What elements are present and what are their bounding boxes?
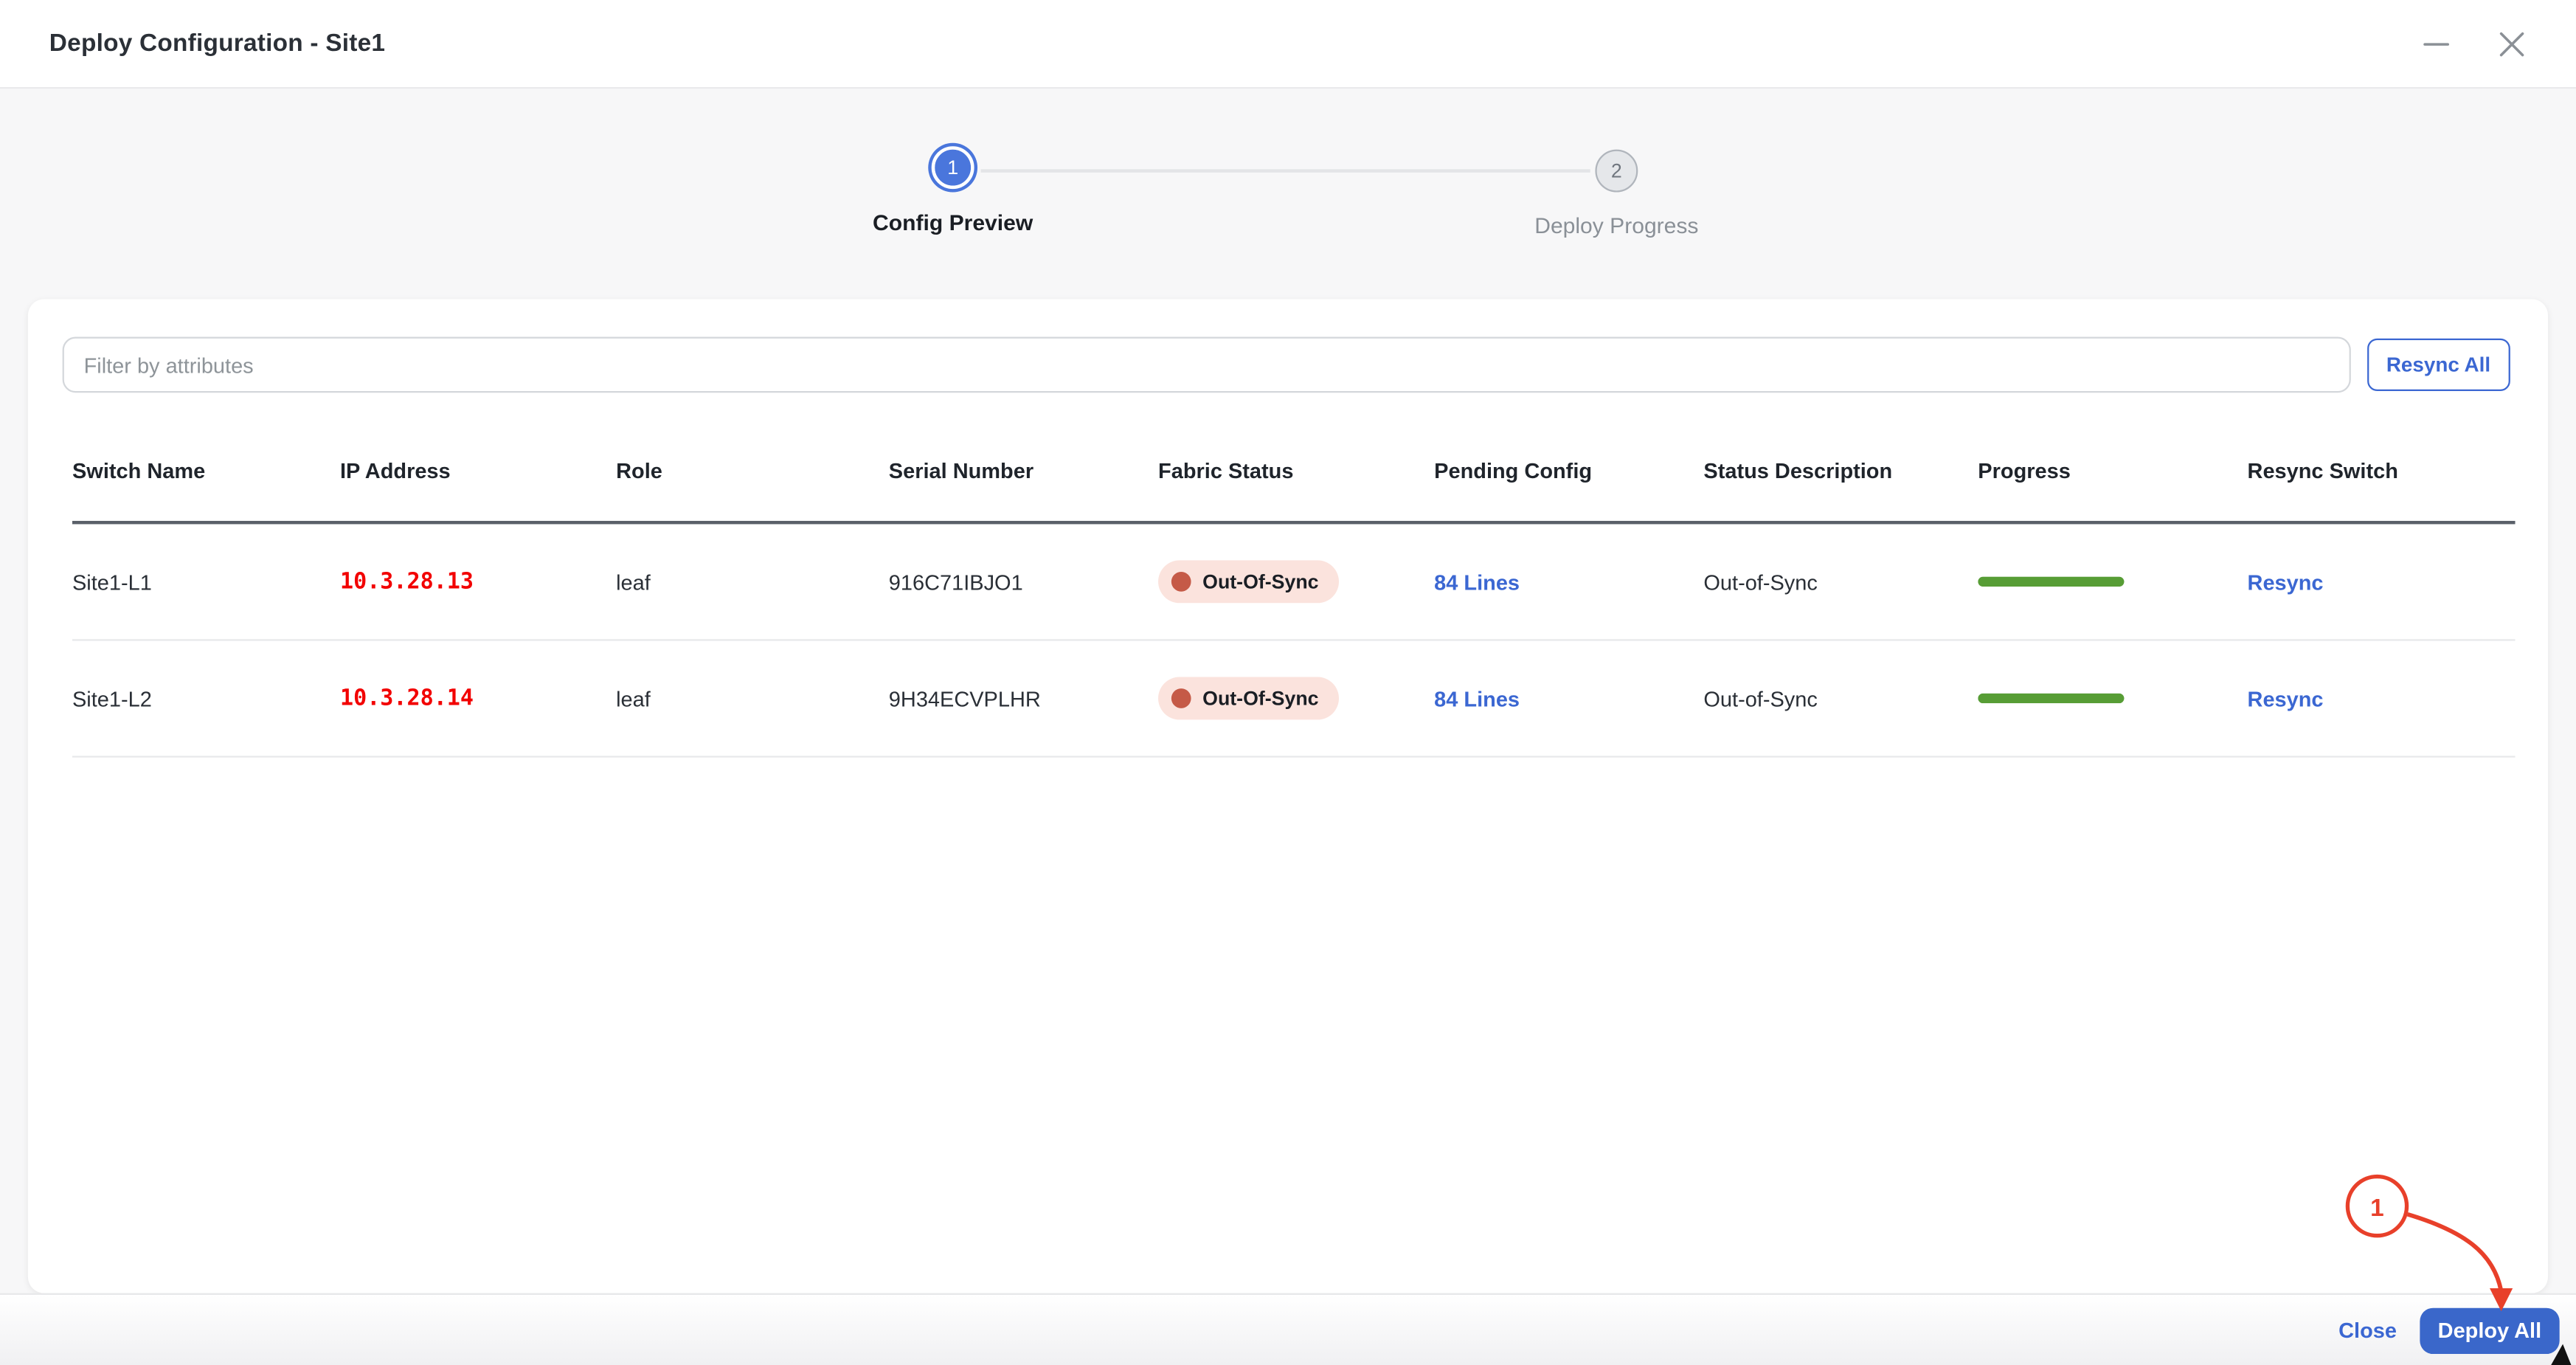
cell-resync-switch: Resync [2248, 570, 2516, 594]
table-toolbar: Resync All [28, 299, 2548, 393]
window-controls [2418, 0, 2530, 87]
step-2-circle: 2 [1595, 149, 1638, 193]
config-preview-card: Resync All Switch Name IP Address Role S… [27, 299, 2549, 1293]
column-header-fabric-status: Fabric Status [1158, 457, 1294, 483]
column-header-pending-config: Pending Config [1434, 457, 1593, 483]
cell-role: leaf [616, 685, 651, 711]
filter-input[interactable] [62, 336, 2350, 393]
column-header-resync-switch: Resync Switch [2247, 457, 2398, 483]
cell-serial-number: 916C71IBJO1 [888, 569, 1023, 595]
table-header-row: Switch Name IP Address Role Serial Numbe… [72, 419, 2516, 525]
cell-switch-name: Site1-L1 [72, 569, 152, 595]
cell-fabric-status: Out-Of-Sync [1158, 560, 1434, 604]
step-2-label: Deploy Progress [1534, 213, 1699, 238]
switch-table: Switch Name IP Address Role Serial Numbe… [28, 419, 2548, 758]
column-header-switch-name: Switch Name [72, 457, 206, 483]
cell-ip-address: 10.3.28.14 [339, 685, 474, 712]
resync-all-button[interactable]: Resync All [2366, 338, 2510, 392]
dialog-footer: Close Deploy All [0, 1293, 2576, 1365]
status-badge: Out-Of-Sync [1158, 677, 1339, 720]
pending-config-link[interactable]: 84 Lines [1434, 570, 1520, 594]
resync-link[interactable]: Resync [2248, 686, 2324, 711]
step-1-label: Config Preview [873, 210, 1033, 235]
status-badge: Out-Of-Sync [1158, 560, 1339, 604]
cell-progress [1978, 693, 2247, 704]
dialog-header: Deploy Configuration - Site1 [0, 0, 2576, 89]
cell-resync-switch: Resync [2248, 686, 2516, 711]
cell-pending-config: 84 Lines [1434, 570, 1703, 594]
deploy-all-button[interactable]: Deploy All [2420, 1307, 2560, 1353]
pending-config-link[interactable]: 84 Lines [1434, 686, 1520, 711]
column-header-ip-address: IP Address [339, 457, 451, 483]
stepper-step-deploy-progress[interactable]: 2 Deploy Progress [1436, 149, 1797, 238]
cell-status-description: Out-of-Sync [1703, 569, 1818, 595]
cell-role: leaf [616, 569, 651, 595]
progress-bar [1978, 576, 2125, 587]
cell-serial-number: 9H34ECVPLHR [888, 685, 1041, 711]
stepper-step-config-preview[interactable]: 1 Config Preview [772, 146, 1134, 235]
cell-switch-name: Site1-L2 [72, 685, 152, 711]
table-row: Site1-L1 10.3.28.13 leaf 916C71IBJO1 Out… [72, 524, 2516, 641]
status-dot-icon [1171, 571, 1191, 592]
deploy-configuration-dialog: Deploy Configuration - Site1 1 Config Pr… [0, 0, 2576, 1365]
step-1-circle: 1 [931, 146, 974, 190]
cell-pending-config: 84 Lines [1434, 686, 1703, 711]
cell-fabric-status: Out-Of-Sync [1158, 677, 1434, 720]
close-icon[interactable] [2494, 26, 2530, 62]
resync-link[interactable]: Resync [2248, 570, 2324, 594]
status-badge-label: Out-Of-Sync [1202, 570, 1319, 593]
dialog-title: Deploy Configuration - Site1 [49, 30, 386, 58]
cell-progress [1978, 576, 2247, 587]
status-badge-label: Out-Of-Sync [1202, 686, 1319, 711]
column-header-role: Role [616, 457, 662, 483]
table-row: Site1-L2 10.3.28.14 leaf 9H34ECVPLHR Out… [72, 641, 2516, 758]
column-header-serial-number: Serial Number [888, 457, 1034, 483]
status-dot-icon [1171, 688, 1191, 708]
column-header-status-description: Status Description [1703, 457, 1893, 483]
column-header-progress: Progress [1978, 457, 2071, 483]
progress-bar [1978, 693, 2125, 704]
cell-status-description: Out-of-Sync [1703, 685, 1818, 711]
close-button[interactable]: Close [2338, 1318, 2397, 1342]
cell-ip-address: 10.3.28.13 [339, 568, 474, 595]
minimize-icon[interactable] [2418, 26, 2454, 62]
